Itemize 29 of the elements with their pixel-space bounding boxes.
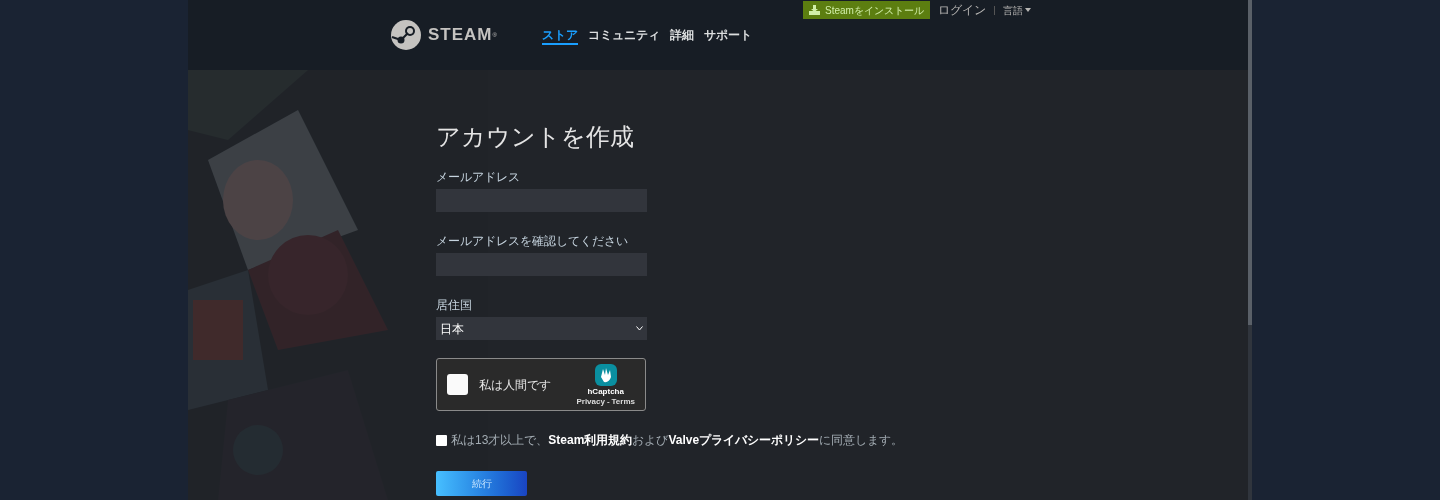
language-menu[interactable]: 言語 — [1002, 2, 1031, 18]
steam-logo-icon — [390, 19, 422, 51]
download-icon — [809, 5, 820, 15]
policy-link[interactable]: Valveプライバシーポリシー — [668, 433, 820, 447]
terms-link[interactable]: Terms — [611, 397, 635, 406]
policy-link[interactable]: Steam利用規約 — [548, 433, 633, 447]
scrollbar-thumb[interactable] — [1248, 0, 1252, 325]
captcha-label: 私は人間です — [479, 376, 551, 394]
nav-tab[interactable]: サポート — [703, 27, 752, 45]
nav-tab[interactable]: 詳細 — [669, 27, 694, 45]
nav-tab[interactable]: ストア — [541, 27, 578, 45]
login-link[interactable]: ログイン — [937, 1, 986, 19]
logo-text: STEAM$^{®}$ — [428, 24, 498, 47]
field-label: メールアドレスを確認してください — [436, 233, 629, 250]
agreement-checkbox[interactable] — [436, 434, 447, 446]
privacy-link[interactable]: Privacy — [576, 397, 605, 406]
captcha-checkbox[interactable] — [447, 374, 468, 395]
page-title: アカウントを作成 — [436, 122, 635, 152]
nav-tab[interactable]: コミュニティ — [587, 27, 660, 45]
country-select[interactable]: 日本 — [436, 317, 647, 340]
chevron-icon — [636, 326, 643, 331]
agreement-text: 私は13才以上で、Steam利用規約およびValveプライバシーポリシーに同意します。 — [451, 432, 904, 449]
separator-text: - — [606, 397, 610, 406]
install-button[interactable]: Steamをインストール — [803, 1, 930, 19]
captcha-brand: hCaptcha — [587, 387, 624, 397]
field-label: 居住国 — [436, 297, 473, 314]
hand-icon — [593, 363, 618, 387]
field-label: メールアドレス — [436, 169, 521, 186]
caret-icon — [1024, 8, 1031, 12]
